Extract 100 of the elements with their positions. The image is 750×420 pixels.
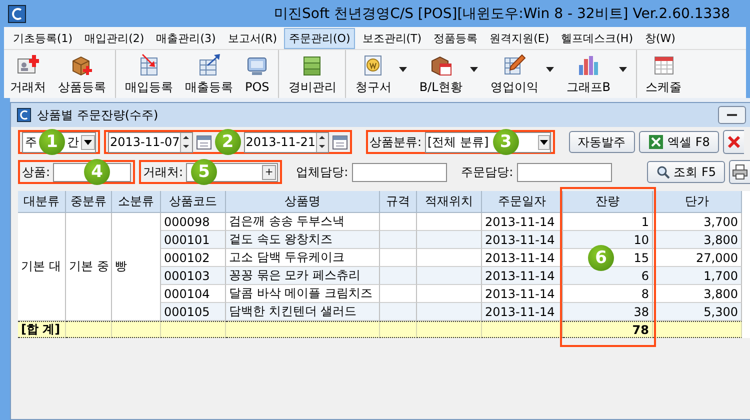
menu-item[interactable]: 보고서(R) — [222, 28, 282, 48]
number-badge: 3 — [492, 129, 519, 155]
number-badge: 1 — [39, 129, 65, 155]
app-logo-icon — [17, 108, 31, 122]
column-header[interactable]: 규격 — [380, 191, 417, 213]
search-button[interactable]: 조회 F5 — [646, 161, 725, 183]
menu-item[interactable]: 기초등록(1) — [8, 28, 78, 48]
table-cell: 담백한 치킨텐더 샐러드 — [226, 303, 380, 321]
menu-item[interactable]: 주문관리(O) — [284, 28, 356, 48]
table-cell — [380, 231, 417, 249]
caret-icon[interactable] — [546, 66, 554, 72]
table-cell: 2013-11-14 — [482, 285, 563, 303]
table-cell: 38 — [563, 303, 653, 321]
period-dropdown[interactable]: 주 1 간 — [22, 132, 96, 152]
spin-button[interactable] — [316, 132, 328, 152]
action-button[interactable]: 자동발주 — [568, 131, 635, 153]
field-label: 거래처: — [143, 164, 184, 180]
menu-item[interactable]: 원격지원(E) — [484, 28, 554, 48]
table-cell — [417, 213, 482, 231]
date-field[interactable]: 2013-11-07 — [108, 132, 193, 152]
toolbar-button[interactable]: 상품등록 — [52, 50, 112, 98]
menu-item[interactable]: 정품등록 — [428, 28, 483, 48]
number-badge: 4 — [84, 159, 110, 185]
table-cell: 달콤 바삭 메이플 크림치즈 — [226, 285, 380, 303]
excel-button[interactable]: 엑셀 F8 — [638, 131, 719, 153]
card-icon — [16, 52, 40, 76]
toolbar-button[interactable]: 거래처 — [4, 50, 52, 98]
column-header[interactable]: 상품코드 — [161, 191, 226, 213]
input-field[interactable] — [517, 162, 612, 182]
field-label: 상품분류: — [370, 134, 422, 150]
column-header[interactable]: 단가 — [653, 191, 742, 213]
table-cell: 000103 — [161, 267, 226, 285]
date-field[interactable]: 2013-11-21 — [244, 132, 328, 152]
table-cell: 000102 — [161, 249, 226, 267]
menu-item[interactable]: 창(W) — [640, 28, 680, 48]
table-cell — [417, 285, 482, 303]
column-header[interactable]: 대분류 — [18, 191, 66, 213]
table-cell — [66, 321, 112, 338]
column-header[interactable]: 잔량 — [563, 191, 653, 213]
table-cell: 1 — [563, 213, 653, 231]
menu-item[interactable]: 매출관리(3) — [151, 28, 221, 48]
caret-icon[interactable] — [399, 66, 408, 72]
window-title: 상품별 주문잔량(수주) — [37, 106, 160, 124]
table-cell: 3,800 — [653, 285, 742, 303]
menu-item[interactable]: 보조관리(T) — [357, 28, 427, 48]
table-cell: 5,300 — [653, 303, 742, 321]
table-cell — [380, 285, 417, 303]
table-cell — [417, 249, 482, 267]
close-icon — [726, 134, 742, 150]
toolbar-button[interactable]: 그래프B — [560, 50, 633, 98]
table-cell — [380, 249, 417, 267]
field-label: 상품: — [22, 164, 50, 180]
spin-button[interactable] — [180, 132, 192, 152]
calendar-icon[interactable] — [332, 134, 348, 150]
close-button[interactable] — [722, 130, 744, 154]
table-cell — [380, 213, 417, 231]
table-cell — [161, 321, 226, 338]
table-cell: 3,800 — [653, 231, 742, 249]
table-cell: 겉도 속도 왕창치즈 — [226, 231, 380, 249]
table-cell: 꽁꽁 묶은 모카 페스츄리 — [226, 267, 380, 285]
calendar-icon[interactable] — [196, 134, 212, 150]
input-field[interactable] — [352, 162, 448, 182]
table-cell: 27,000 — [653, 249, 742, 267]
column-header[interactable]: 주문일자 — [482, 191, 563, 213]
menu-item[interactable]: 매입관리(2) — [80, 28, 150, 48]
spreadsheet-icon — [648, 134, 664, 150]
caret-icon[interactable] — [470, 66, 478, 72]
category-dropdown[interactable]: [전체 분류] 3 — [424, 132, 551, 152]
table-cell — [380, 267, 417, 285]
caret-icon[interactable] — [618, 66, 627, 72]
app-logo-icon — [8, 4, 26, 22]
table-cell: 6 — [563, 267, 653, 285]
doc-out-icon — [197, 52, 221, 76]
table-cell: 2013-11-14 — [482, 303, 563, 321]
toolbar-button[interactable]: 영업이익 — [484, 50, 560, 98]
table-cell — [380, 303, 417, 321]
number-badge: 2 — [214, 129, 241, 155]
table-cell — [417, 231, 482, 249]
table-cell: 2013-11-14 — [482, 249, 563, 267]
pencil-doc-icon — [502, 52, 526, 76]
toolbar-button[interactable]: 매출등록 — [179, 50, 239, 98]
minimize-button[interactable] — [718, 106, 746, 124]
table-cell: 3,700 — [653, 213, 742, 231]
table-cell: 1,700 — [653, 267, 742, 285]
toolbar-button[interactable]: POS — [239, 50, 276, 98]
lookup-button[interactable]: + — [262, 164, 276, 180]
table-cell: 000105 — [161, 303, 226, 321]
column-header[interactable]: 적재위치 — [417, 191, 482, 213]
field-label: 주문담당: — [461, 164, 514, 180]
menu-item[interactable]: 헬프데스크(H) — [556, 28, 638, 48]
table-cell — [417, 303, 482, 321]
toolbar-button[interactable]: B/L현황 — [413, 50, 484, 98]
field-label: 업체담당: — [296, 164, 348, 180]
table-cell: 000098 — [161, 213, 226, 231]
table-cell: 기본 대 — [18, 213, 66, 321]
print-button[interactable] — [729, 160, 750, 184]
window-title: 미진Soft 천년경영C/S [POS][내윈도우:Win 8 - 32비트] Ver.2.60.1338 — [273, 4, 731, 22]
column-header[interactable]: 상품명 — [226, 191, 380, 213]
column-header[interactable]: 중분류 — [66, 191, 112, 213]
column-header[interactable]: 소분류 — [112, 191, 161, 213]
